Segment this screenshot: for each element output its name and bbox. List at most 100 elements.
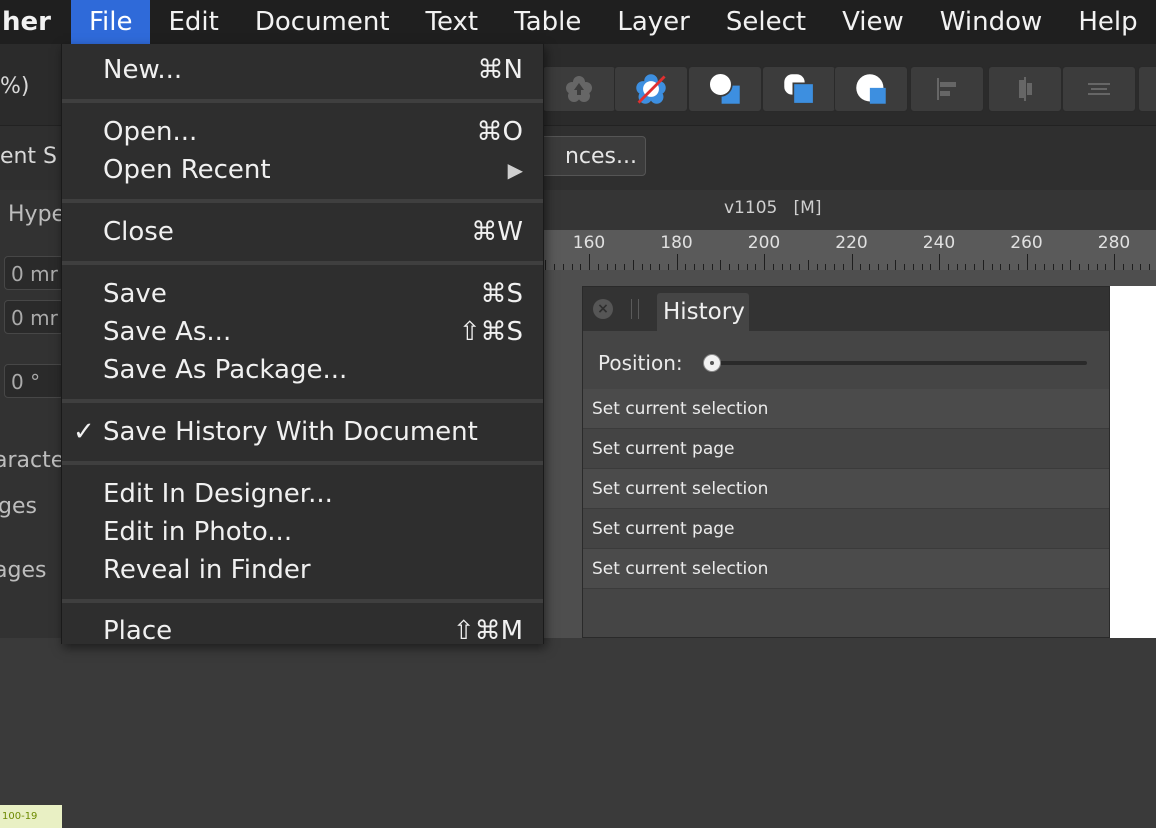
menu-item-place[interactable]: Place ⇧⌘M — [62, 612, 543, 650]
file-menu-dropdown: New... ⌘N Open... ⌘O Open Recent ▶ Close… — [61, 44, 544, 646]
ruler-tick — [982, 260, 984, 270]
shortcut-label: ⇧⌘S — [458, 317, 523, 347]
ruler-tick — [676, 254, 678, 270]
menu-item-open[interactable]: Open... ⌘O — [62, 113, 543, 151]
menu-text[interactable]: Text — [408, 0, 497, 44]
position-slider[interactable] — [703, 354, 1087, 372]
ruler-tick — [807, 260, 809, 270]
menu-layer[interactable]: Layer — [599, 0, 708, 44]
circle-square-icon — [708, 72, 740, 104]
pages-panel-tab[interactable]: ges — [0, 494, 37, 519]
flower-up-icon — [566, 76, 592, 102]
rounded-square-icon — [784, 74, 815, 105]
ruler-label: 180 — [660, 233, 693, 253]
menu-separator — [62, 461, 543, 465]
position-label: Position: — [598, 351, 683, 375]
left-panel: Hype 0 mr 0 mr 0 ° aracte ges ages 100-1… — [0, 190, 65, 828]
menu-item-save[interactable]: Save ⌘S — [62, 275, 543, 313]
menu-item-label: Open... — [103, 117, 198, 147]
menu-item-reveal-in-finder[interactable]: Reveal in Finder — [62, 551, 543, 589]
position-slider-knob[interactable] — [703, 354, 721, 372]
menu-select[interactable]: Select — [708, 0, 824, 44]
zoom-readout: %) — [0, 74, 30, 99]
pie-square-button[interactable] — [834, 66, 908, 112]
ruler-label: 200 — [747, 233, 781, 253]
menu-separator — [62, 261, 543, 265]
ruler-tick — [895, 260, 897, 270]
ruler-label: 260 — [1010, 233, 1043, 253]
menu-separator — [62, 399, 543, 403]
ruler-tick — [939, 254, 940, 270]
align-left-button[interactable] — [910, 66, 984, 112]
shortcut-label: ⌘W — [471, 217, 523, 247]
menu-window[interactable]: Window — [922, 0, 1061, 44]
menu-item-edit-in-photo[interactable]: Edit in Photo... — [62, 513, 543, 551]
history-panel-header: × History — [583, 287, 1109, 331]
history-item[interactable]: Set current page — [583, 509, 1109, 549]
shortcut-label: ⇧⌘M — [452, 616, 523, 646]
context-left-label: nent S — [0, 144, 58, 169]
ruler-label: 240 — [922, 233, 956, 253]
ruler-tick — [851, 254, 853, 270]
rounded-square-button[interactable] — [762, 66, 836, 112]
flower-cross-button[interactable] — [614, 66, 688, 112]
menu-table[interactable]: Table — [496, 0, 599, 44]
align-center-button[interactable] — [988, 66, 1062, 112]
ruler-tick — [589, 254, 590, 270]
pie-square-icon — [856, 74, 886, 104]
menu-separator — [62, 599, 543, 603]
character-panel-tab[interactable]: aracte — [0, 448, 64, 473]
ruler-tick — [1026, 254, 1028, 270]
angle-field[interactable]: 0 ° — [4, 364, 64, 398]
menu-bar: her File Edit Document Text Table Layer … — [0, 0, 1156, 44]
align-distribute-button[interactable] — [1062, 66, 1136, 112]
document-title: v1105 [M] — [724, 198, 822, 218]
menu-item-save-as-package[interactable]: Save As Package... — [62, 351, 543, 389]
menu-item-open-recent[interactable]: Open Recent ▶ — [62, 151, 543, 189]
align-left-icon — [937, 78, 956, 100]
menu-app-name[interactable]: her — [0, 0, 71, 44]
history-item[interactable]: Set current selection — [583, 549, 1109, 589]
history-item[interactable]: Set current selection — [583, 389, 1109, 429]
menu-item-label: Save As Package... — [103, 355, 348, 385]
menu-edit[interactable]: Edit — [150, 0, 236, 44]
circle-square-button[interactable] — [688, 66, 762, 112]
ruler-tick — [632, 260, 634, 270]
menu-document[interactable]: Document — [237, 0, 408, 44]
menu-file[interactable]: File — [70, 0, 151, 44]
history-item[interactable]: Set current selection — [583, 469, 1109, 509]
menu-item-close[interactable]: Close ⌘W — [62, 213, 543, 251]
menu-item-label: Edit In Designer... — [103, 479, 333, 509]
ruler-label: 280 — [1097, 233, 1131, 253]
menu-item-label: Save History With Document — [103, 417, 478, 447]
history-tab[interactable]: History — [657, 293, 749, 331]
menu-item-label: Edit in Photo... — [103, 517, 293, 547]
menu-item-save-as[interactable]: Save As... ⇧⌘S — [62, 313, 543, 351]
menu-item-edit-in-designer[interactable]: Edit In Designer... — [62, 475, 543, 513]
horizontal-ruler[interactable]: 160 180 200 220 240 260 280 — [540, 230, 1156, 270]
spacing-field-2[interactable]: 0 mr — [4, 300, 64, 334]
ruler-tick — [545, 260, 547, 270]
menu-help[interactable]: Help — [1060, 0, 1155, 44]
menu-item-label: New... — [103, 55, 183, 85]
ruler-tick — [1070, 260, 1072, 270]
toolbar-overflow-button[interactable] — [1138, 66, 1156, 112]
menu-view[interactable]: View — [824, 0, 922, 44]
menu-item-save-history[interactable]: ✓ Save History With Document — [62, 413, 543, 451]
align-center-icon — [1019, 77, 1032, 101]
history-list: Set current selection Set current page S… — [583, 389, 1109, 589]
menu-item-new[interactable]: New... ⌘N — [62, 51, 543, 89]
ruler-tick — [1114, 254, 1115, 270]
drag-handle-icon[interactable] — [631, 299, 639, 319]
flower-up-button[interactable] — [542, 66, 616, 112]
shortcut-label: ⌘N — [477, 55, 523, 85]
menu-item-label: Open Recent — [103, 155, 271, 185]
history-item[interactable]: Set current page — [583, 429, 1109, 469]
page-thumbnail[interactable]: 100-19 — [0, 805, 62, 828]
close-icon[interactable]: × — [593, 299, 613, 319]
ruler-label: 220 — [835, 233, 868, 253]
spacing-field-1[interactable]: 0 mr — [4, 256, 64, 290]
shortcut-label: ⌘S — [480, 279, 523, 309]
submenu-arrow-icon: ▶ — [507, 158, 523, 182]
ruler-label: 160 — [572, 233, 606, 253]
